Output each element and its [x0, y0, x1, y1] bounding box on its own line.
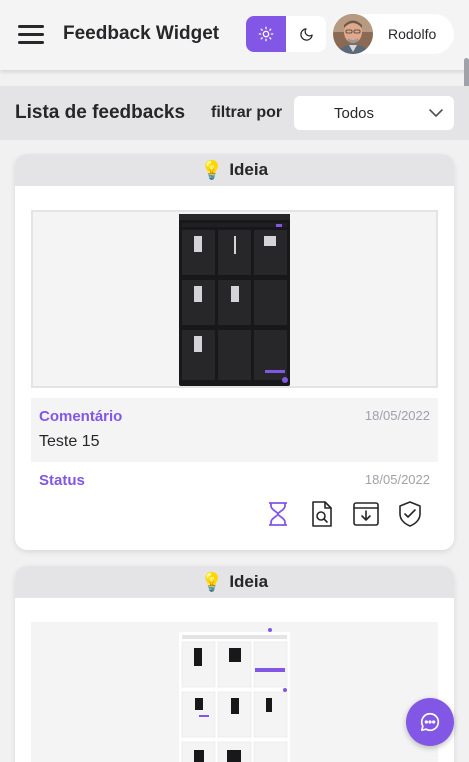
archive-download-icon [353, 502, 379, 526]
status-date: 18/05/2022 [364, 472, 430, 487]
list-toolbar: Lista de feedbacks filtrar por Todos [0, 86, 469, 140]
sun-icon [258, 26, 274, 42]
feedback-type: Ideia [229, 160, 269, 179]
status-review-button[interactable] [308, 500, 336, 528]
feedback-screenshot[interactable] [31, 622, 438, 762]
feedback-card: 💡 Ideia Comentário 18/05/2022 Teste 15 S… [15, 154, 454, 550]
lightbulb-icon: 💡 [200, 571, 224, 592]
hourglass-icon [269, 502, 287, 526]
dark-theme-button[interactable] [286, 16, 326, 52]
feedback-chat-button[interactable] [406, 698, 454, 746]
user-profile-chip[interactable]: Rodolfo [333, 14, 454, 54]
chevron-down-icon [429, 109, 443, 117]
comment-label: Comentário [39, 408, 123, 425]
filter-label: filtrar por [211, 104, 283, 121]
feedback-card-header: 💡 Ideia [15, 566, 454, 598]
feedback-card: 💡 Ideia [15, 566, 454, 762]
user-avatar [333, 14, 373, 54]
filter-selected-value: Todos [334, 105, 375, 122]
status-archive-button[interactable] [352, 500, 380, 528]
list-title: Lista de feedbacks [15, 102, 186, 123]
comment-date: 18/05/2022 [364, 408, 430, 423]
comment-text: Teste 15 [39, 433, 100, 450]
status-label: Status [39, 472, 85, 489]
light-theme-button[interactable] [246, 16, 286, 52]
status-pending-button[interactable] [264, 500, 292, 528]
feedback-type: Ideia [229, 572, 269, 591]
chat-bubble-icon [420, 712, 440, 732]
comment-section: Comentário 18/05/2022 Teste 15 [31, 398, 438, 462]
feedback-card-header: 💡 Ideia [15, 154, 454, 186]
status-done-button[interactable] [396, 500, 424, 528]
app-header: Feedback Widget Rodolfo [0, 0, 469, 70]
document-search-icon [312, 501, 332, 527]
app-title: Feedback Widget [63, 23, 220, 44]
theme-toggle [246, 16, 326, 52]
filter-select[interactable]: Todos [294, 96, 454, 130]
shield-check-icon [399, 501, 421, 527]
feedback-screenshot[interactable] [31, 210, 438, 388]
screenshot-thumbnail [179, 626, 290, 762]
moon-icon [299, 27, 313, 41]
user-name: Rodolfo [388, 26, 437, 42]
lightbulb-icon: 💡 [200, 159, 224, 180]
screenshot-thumbnail [179, 214, 290, 386]
status-section: Status 18/05/2022 [31, 462, 438, 542]
hamburger-menu-icon[interactable] [18, 23, 44, 45]
